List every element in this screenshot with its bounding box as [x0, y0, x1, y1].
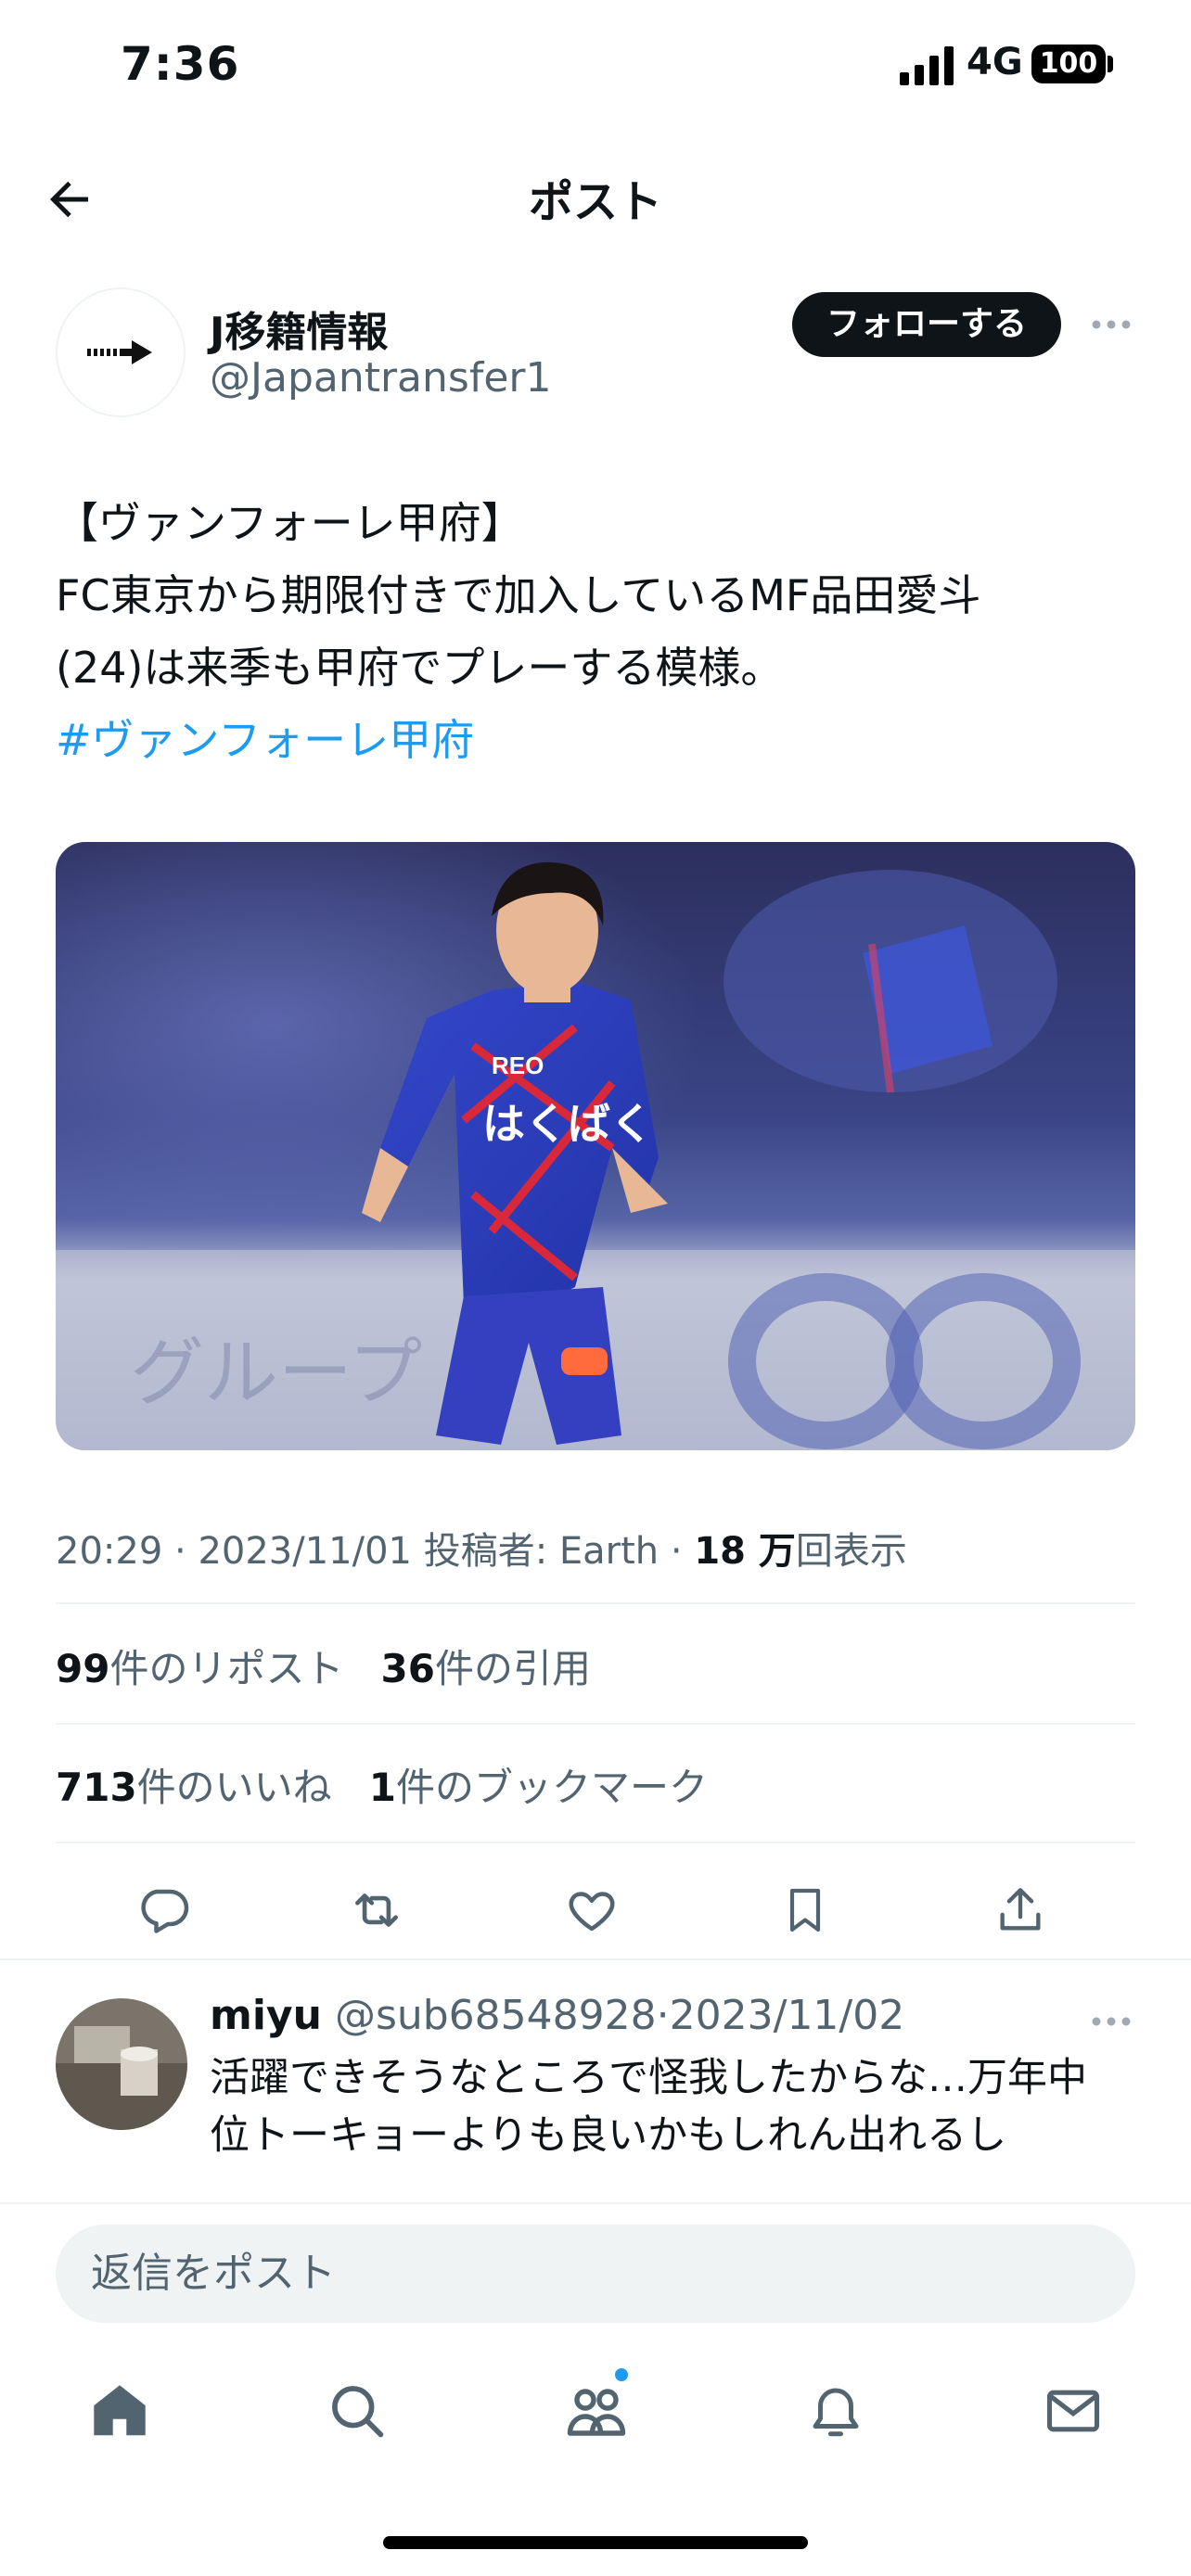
reply-date: 2023/11/02 [669, 1992, 905, 2039]
reposts-count: 99 [56, 1646, 110, 1691]
reply-line: 位トーキョーよりも良いかもしれん出れるし [210, 2112, 1007, 2159]
status-bar: 7:36 4G 100 [0, 0, 1191, 139]
post-time: 20:29 [56, 1530, 163, 1573]
svg-text:はくばく: はくばく [482, 1099, 653, 1149]
quotes-count: 36 [380, 1646, 435, 1691]
reply-header: miyu @sub68548928·2023/11/02 [210, 1992, 904, 2039]
dot-separator: · [670, 1530, 695, 1573]
repost-icon [355, 1894, 398, 1927]
follow-button[interactable]: フォローする [792, 292, 1061, 357]
like-stats: 713件のいいね 1件のブックマーク [56, 1756, 708, 1813]
likes-label: 件のいいね [136, 1765, 332, 1810]
post-image[interactable]: グループ REO はくばく [56, 842, 1135, 1450]
divider [0, 1958, 1191, 1960]
arrow-right-icon [87, 340, 152, 364]
reply-handle[interactable]: @sub68548928 [335, 1992, 657, 2039]
tab-home[interactable] [78, 2369, 161, 2453]
reply-composer-bar: 返信をポスト [0, 2202, 1191, 2341]
bookmark-icon [789, 1888, 821, 1932]
bookmarks-count: 1 [368, 1765, 396, 1810]
network-label: 4G [967, 41, 1023, 83]
post-line: (24)は来季も甲府でプレーする模様。 [56, 643, 784, 693]
home-icon [94, 2385, 146, 2436]
page-title: ポスト [528, 176, 662, 228]
home-indicator [383, 2536, 808, 2549]
soccer-player-photo: グループ REO はくばく [56, 842, 1135, 1450]
tab-communities[interactable] [555, 2366, 638, 2453]
tab-notifications[interactable] [794, 2369, 877, 2453]
reply-name[interactable]: miyu [210, 1992, 322, 2039]
reply-text: 活躍できそうなところで怪我したからな…万年中 位トーキョーよりも良いかもしれん出… [210, 2049, 1146, 2164]
poster-label: 投稿者: Earth [423, 1530, 660, 1573]
status-time: 7:36 [121, 37, 240, 91]
post-line: 【ヴァンフォーレ甲府】 [56, 498, 524, 548]
battery-tip [1108, 56, 1113, 72]
reply-avatar[interactable] [56, 1998, 187, 2130]
author-avatar[interactable] [56, 287, 186, 417]
tab-search[interactable] [315, 2369, 399, 2453]
notifications-icon [813, 2388, 859, 2437]
quotes-label: 件の引用 [434, 1646, 591, 1691]
like-button[interactable] [555, 1873, 629, 1947]
author-handle[interactable]: @Japantransfer1 [210, 354, 551, 402]
signal-icon [900, 46, 954, 85]
search-icon [332, 2386, 384, 2438]
dot-separator: · [656, 1992, 670, 2039]
tab-messages[interactable] [1031, 2369, 1115, 2453]
post-line: FC東京から期限付きで加入しているMF品田愛斗 [56, 570, 981, 620]
views-count: 18 万 [694, 1530, 796, 1573]
notification-dot [612, 2366, 631, 2384]
divider [56, 1602, 1135, 1604]
views-label: 回表示 [795, 1530, 907, 1573]
reply-input[interactable]: 返信をポスト [56, 2225, 1135, 2323]
dot-separator: · [174, 1530, 198, 1573]
bookmarks-label: 件のブックマーク [395, 1765, 708, 1810]
messages-icon [1046, 2390, 1100, 2432]
share-icon [1000, 1888, 1041, 1931]
likes-count: 713 [56, 1765, 137, 1810]
divider [56, 1723, 1135, 1725]
reply-icon [141, 1889, 189, 1933]
post-actions [0, 1864, 1191, 1957]
more-icon [1092, 2017, 1131, 2026]
like-icon [569, 1892, 615, 1932]
reply-line: 活躍できそうなところで怪我したからな…万年中 [210, 2055, 1087, 2101]
bookmarks-link[interactable]: 1件のブックマーク [369, 1765, 708, 1810]
post-date: 2023/11/01 [198, 1530, 412, 1573]
quotes-link[interactable]: 36件の引用 [381, 1646, 591, 1691]
post-text: 【ヴァンフォーレ甲府】 FC東京から期限付きで加入しているMF品田愛斗 (24)… [56, 487, 1141, 776]
top-header: ポスト [0, 139, 1191, 250]
more-icon [1092, 320, 1131, 329]
battery-icon: 100 [1031, 45, 1106, 83]
svg-text:REO: REO [492, 1052, 544, 1079]
post-meta: 20:29 · 2023/11/01 投稿者: Earth · 18 万回表示 [56, 1521, 907, 1575]
reposts-link[interactable]: 99件のリポスト [56, 1646, 343, 1691]
repost-button[interactable] [339, 1873, 414, 1947]
communities-icon [567, 2389, 626, 2436]
more-options-button[interactable] [1085, 297, 1137, 352]
svg-text:グループ: グループ [130, 1332, 422, 1414]
reposts-label: 件のリポスト [109, 1646, 344, 1691]
bookmark-button[interactable] [768, 1873, 842, 1947]
hashtag-link[interactable]: #ヴァンフォーレ甲府 [56, 704, 1141, 776]
repost-stats: 99件のリポスト 36件の引用 [56, 1638, 591, 1694]
likes-link[interactable]: 713件のいいね [56, 1765, 332, 1810]
divider [56, 1842, 1135, 1843]
reply-button[interactable] [126, 1873, 200, 1947]
author-name[interactable]: J移籍情報 [210, 299, 388, 358]
share-button[interactable] [983, 1873, 1057, 1947]
reply-more-button[interactable] [1085, 1994, 1137, 2049]
reply-avatar-photo [56, 1998, 187, 2130]
